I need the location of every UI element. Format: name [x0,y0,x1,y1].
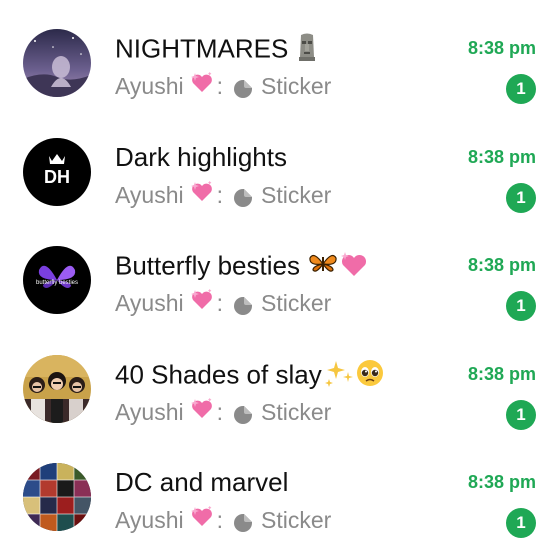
sparkling-heart-icon [190,288,214,318]
chat-name: Dark highlights [115,141,287,173]
sender-colon: : [216,507,224,533]
sender-colon: : [216,290,224,316]
comic-collage-avatar[interactable] [23,463,91,531]
sender-colon: : [216,73,224,99]
chat-time: 8:38 pm [467,364,536,384]
chat-row-dc-and-marvel[interactable]: DC and marvel 8:38 pm Ayushi : Sticker 1 [0,434,560,542]
group-girls-avatar[interactable] [23,355,91,423]
message-preview: Ayushi : Sticker [115,288,331,318]
chat-list: NIGHTMARES 8:38 pm Ayushi : Sticker 1 DH… [0,0,560,560]
sticker-icon [233,293,253,315]
chat-row-dark-highlights[interactable]: DH Dark highlights 8:38 pm Ayushi : Stic… [0,109,560,217]
message-text: Sticker [261,182,332,208]
sparkles-pleading-face-icon [324,358,386,395]
chat-name-text: NIGHTMARES [115,33,289,64]
chat-time: 8:38 pm [467,147,536,167]
chat-time: 8:38 pm [467,38,536,58]
sender-name: Ayushi [115,399,184,425]
unread-count-badge: 1 [506,508,536,538]
sticker-icon [233,510,253,532]
unread-count-badge: 1 [506,74,536,104]
chat-name-text: DC and marvel [115,467,289,497]
butterfly-sparkling-heart-icon [308,249,370,286]
message-preview: Ayushi : Sticker [115,505,331,535]
chat-name: 40 Shades of slay [115,358,386,395]
message-preview: Ayushi : Sticker [115,397,331,427]
sender-name: Ayushi [115,507,184,533]
chat-name-text: 40 Shades of slay [115,359,322,390]
chat-name-text: Dark highlights [115,142,287,172]
message-text: Sticker [261,399,332,425]
chat-time: 8:38 pm [467,472,536,492]
sender-name: Ayushi [115,182,184,208]
avatar-logo-text: DH [44,167,70,187]
sticker-icon [233,185,253,207]
sparkling-heart-icon [190,505,214,535]
unread-count-badge: 1 [506,400,536,430]
avatar-logo-text: butterfly besties [36,280,78,286]
sticker-icon [233,402,253,424]
message-preview: Ayushi : Sticker [115,180,331,210]
sender-name: Ayushi [115,290,184,316]
chat-row-40-shades-of-slay[interactable]: 40 Shades of slay 8:38 pm Ayushi : Stick… [0,326,560,434]
chat-row-nightmares[interactable]: NIGHTMARES 8:38 pm Ayushi : Sticker 1 [0,0,560,108]
moai-icon [296,32,318,69]
chat-name-text: Butterfly besties [115,250,300,281]
chat-name: NIGHTMARES [115,32,318,69]
message-text: Sticker [261,73,332,99]
sender-name: Ayushi [115,73,184,99]
sparkling-heart-icon [190,180,214,210]
night-sky-girl-avatar[interactable] [23,29,91,97]
chat-name: DC and marvel [115,466,288,498]
unread-count-badge: 1 [506,183,536,213]
message-text: Sticker [261,290,332,316]
sparkling-heart-icon [190,397,214,427]
sender-colon: : [216,399,224,425]
message-preview: Ayushi : Sticker [115,71,331,101]
sticker-icon [233,76,253,98]
sender-colon: : [216,182,224,208]
dh-crown-logo-avatar[interactable]: DH [23,138,91,206]
message-text: Sticker [261,507,332,533]
chat-name: Butterfly besties [115,249,370,286]
unread-count-badge: 1 [506,291,536,321]
sparkling-heart-icon [190,71,214,101]
chat-time: 8:38 pm [467,255,536,275]
purple-butterfly-avatar[interactable]: butterfly besties [23,246,91,314]
chat-row-butterfly-besties[interactable]: butterfly besties Butterfly besties 8:38… [0,217,560,325]
